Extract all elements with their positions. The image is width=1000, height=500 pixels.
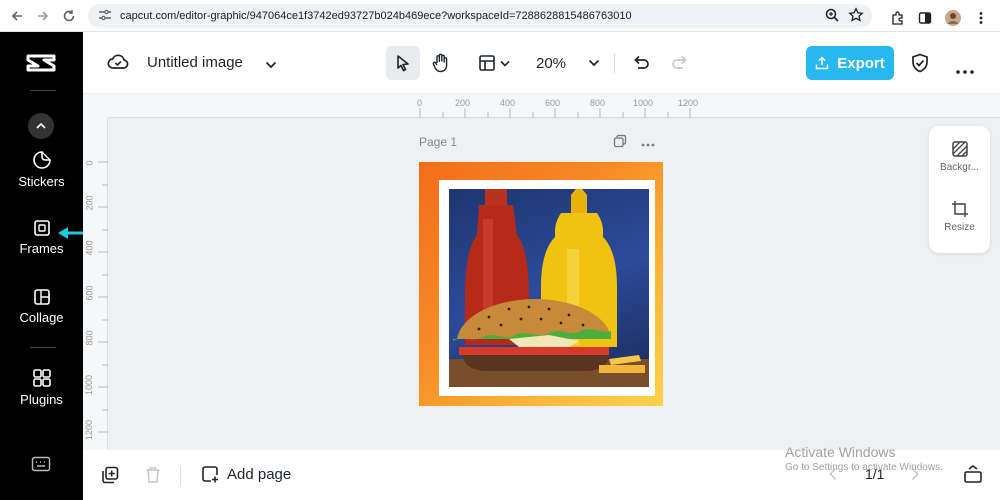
add-page-label: Add page bbox=[227, 465, 292, 483]
undo-icon bbox=[634, 55, 649, 69]
sidebar-divider bbox=[30, 90, 56, 91]
redo-icon bbox=[672, 55, 687, 69]
collapse-up-button[interactable] bbox=[28, 113, 54, 139]
sidebar-item-stickers[interactable]: Stickers bbox=[0, 150, 83, 189]
duplicate-page-icon[interactable] bbox=[613, 134, 627, 153]
ruler-tick: 800 bbox=[590, 98, 606, 108]
ruler-tick: 0 bbox=[417, 98, 423, 108]
background-button[interactable]: Backgr... bbox=[929, 140, 990, 173]
side-panel-icon[interactable] bbox=[912, 5, 938, 31]
page-more-icon[interactable] bbox=[641, 134, 655, 153]
toolbar-divider bbox=[614, 53, 615, 73]
artboard[interactable] bbox=[419, 162, 663, 406]
page-label[interactable]: Page 1 bbox=[419, 135, 457, 149]
right-tool-panel: Backgr... Resize bbox=[929, 126, 990, 253]
resize-icon bbox=[951, 201, 968, 217]
collage-icon bbox=[33, 289, 50, 305]
upload-icon bbox=[815, 56, 829, 70]
background-icon bbox=[951, 141, 968, 157]
ruler-tick: 400 bbox=[84, 240, 95, 256]
layout-icon bbox=[479, 55, 495, 71]
redo-button[interactable] bbox=[667, 46, 693, 80]
keyboard-shortcuts-icon[interactable] bbox=[31, 456, 51, 477]
capcut-logo-icon[interactable] bbox=[26, 52, 56, 74]
ruler-tick: 600 bbox=[84, 285, 95, 301]
watermark-line1: Activate Windows bbox=[785, 444, 896, 460]
zoom-level: 20% bbox=[535, 54, 567, 72]
export-label: Export bbox=[837, 54, 885, 72]
ruler-corner bbox=[83, 94, 108, 118]
hand-icon bbox=[432, 53, 448, 73]
chevron-down-icon bbox=[588, 59, 600, 67]
canvas-area[interactable]: 0 200 400 600 800 1000 1200 0 200 400 60… bbox=[83, 94, 1000, 450]
url-text: capcut.com/editor-graphic/947064ce1f3742… bbox=[120, 10, 632, 22]
windows-activation-watermark: Activate Windows Go to Settings to activ… bbox=[785, 444, 943, 473]
watermark-line2: Go to Settings to activate Windows. bbox=[785, 462, 943, 473]
sidebar-item-label: Stickers bbox=[18, 174, 65, 189]
export-button[interactable]: Export bbox=[806, 46, 894, 80]
resize-label: Resize bbox=[944, 222, 975, 233]
reload-icon[interactable] bbox=[56, 3, 82, 29]
title-dropdown-chevron-down-icon[interactable] bbox=[265, 56, 277, 74]
back-icon[interactable] bbox=[4, 3, 30, 29]
cloud-sync-icon[interactable] bbox=[107, 52, 129, 77]
zoom-dropdown[interactable]: 20% bbox=[533, 46, 603, 80]
sidebar-item-collage[interactable]: Collage bbox=[0, 288, 83, 325]
extensions-icon[interactable] bbox=[884, 5, 910, 31]
left-sidebar: Stickers Frames Collage Plugins bbox=[0, 32, 83, 500]
trash-icon[interactable] bbox=[145, 466, 161, 489]
add-page-button[interactable]: Add page bbox=[201, 465, 291, 483]
bottom-divider bbox=[180, 466, 181, 486]
select-tool-button[interactable] bbox=[386, 46, 420, 80]
profile-avatar[interactable] bbox=[940, 5, 966, 31]
bookmark-star-icon[interactable] bbox=[848, 7, 864, 26]
toggle-pages-icon[interactable] bbox=[963, 464, 983, 489]
bottom-bar: Add page 1/1 Activate Windows Go to Sett… bbox=[83, 444, 1000, 500]
more-options-icon[interactable] bbox=[956, 61, 974, 79]
url-bar[interactable]: capcut.com/editor-graphic/947064ce1f3742… bbox=[88, 4, 872, 28]
pointer-icon bbox=[397, 55, 409, 72]
ruler-left: 0 200 400 600 800 1000 1200 bbox=[83, 118, 108, 450]
sidebar-item-label: Plugins bbox=[20, 392, 63, 407]
ruler-tick: 200 bbox=[84, 195, 95, 211]
layers-icon[interactable] bbox=[101, 466, 119, 489]
chevron-down-icon bbox=[500, 60, 510, 67]
site-info-icon[interactable] bbox=[98, 9, 114, 24]
layout-button[interactable] bbox=[472, 46, 516, 80]
hand-tool-button[interactable] bbox=[424, 46, 458, 80]
browser-menu-icon[interactable] bbox=[968, 5, 994, 31]
stickers-icon bbox=[32, 151, 51, 169]
sidebar-item-label: Collage bbox=[19, 310, 64, 325]
ruler-top: 0 200 400 600 800 1000 1200 bbox=[108, 94, 1000, 118]
ruler-tick: 1200 bbox=[84, 419, 95, 441]
ruler-tick: 200 bbox=[455, 98, 471, 108]
forward-icon[interactable] bbox=[30, 3, 56, 29]
sidebar-divider bbox=[30, 347, 56, 348]
ruler-tick: 600 bbox=[545, 98, 561, 108]
ruler-tick: 1000 bbox=[633, 98, 654, 108]
zoom-icon[interactable] bbox=[824, 7, 840, 26]
project-title[interactable]: Untitled image bbox=[147, 54, 243, 71]
add-page-icon bbox=[202, 466, 218, 483]
browser-bar: capcut.com/editor-graphic/947064ce1f3742… bbox=[0, 0, 1000, 32]
ruler-tick: 1000 bbox=[84, 374, 95, 396]
burger-photo[interactable] bbox=[449, 189, 649, 387]
ruler-tick: 800 bbox=[84, 330, 95, 346]
top-toolbar: Untitled image 20% Export bbox=[83, 32, 1000, 94]
shield-icon[interactable] bbox=[911, 53, 929, 78]
plugins-icon bbox=[32, 369, 51, 387]
resize-button[interactable]: Resize bbox=[929, 200, 990, 233]
ruler-tick: 0 bbox=[84, 160, 95, 166]
sidebar-item-plugins[interactable]: Plugins bbox=[0, 368, 83, 407]
ruler-tick: 400 bbox=[500, 98, 516, 108]
background-label: Backgr... bbox=[940, 162, 979, 173]
frames-icon bbox=[33, 220, 50, 236]
ruler-tick: 1200 bbox=[678, 98, 699, 108]
undo-button[interactable] bbox=[628, 46, 654, 80]
